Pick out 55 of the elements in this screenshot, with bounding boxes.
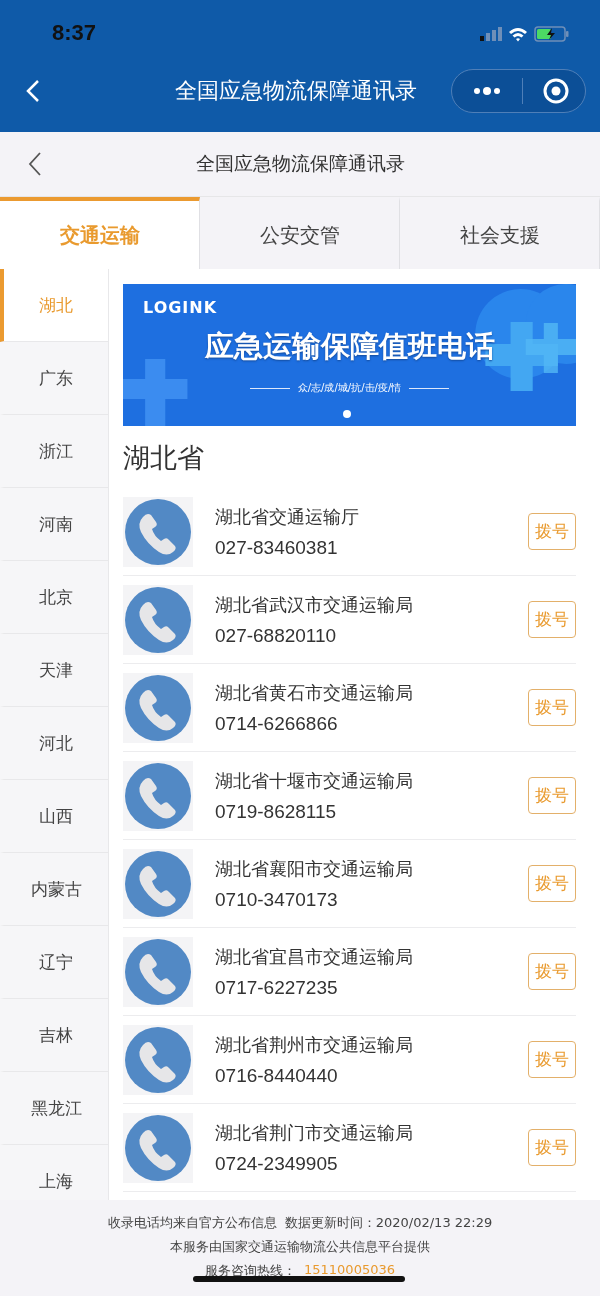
province-item[interactable]: 内蒙古: [0, 853, 108, 926]
carousel-dot: [343, 410, 351, 418]
banner-tagline: 众/志/成/城/抗/击/疫/情: [297, 381, 402, 395]
contact-name: 湖北省襄阳市交通运输局: [215, 856, 414, 881]
phone-icon: [123, 496, 193, 567]
province-item[interactable]: 辽宁: [0, 926, 108, 999]
province-item[interactable]: 河南: [0, 488, 108, 561]
provider-note: 本服务由国家交通运输物流公共信息平台提供: [170, 1238, 430, 1256]
status-time: 8:37: [52, 20, 97, 47]
contact-name: 湖北省交通运输厅: [215, 504, 360, 529]
province-item[interactable]: 吉林: [0, 999, 108, 1072]
contact-phone: 0717-6227235: [215, 976, 339, 999]
contact-name: 湖北省荆州市交通运输局: [215, 1032, 414, 1057]
contact-phone: 0716-8440440: [215, 1064, 339, 1087]
phone-icon: [123, 584, 193, 655]
phone-icon: [123, 936, 193, 1007]
province-item[interactable]: 天津: [0, 634, 108, 707]
province-item[interactable]: 上海: [0, 1145, 108, 1200]
back-icon[interactable]: [28, 151, 42, 177]
contact-phone: 0719-8628115: [215, 800, 338, 823]
battery-icon: [534, 26, 570, 42]
province-item[interactable]: 河北: [0, 707, 108, 780]
page-title: 全国应急物流保障通讯录: [173, 77, 418, 105]
header-title: 全国应急物流保障通讯录: [194, 151, 406, 176]
contact-name: 湖北省黄石市交通运输局: [215, 680, 414, 705]
province-item[interactable]: 山西: [0, 780, 108, 853]
phone-icon: [123, 1112, 193, 1183]
more-icon[interactable]: [472, 86, 502, 96]
update-time: 数据更新时间：2020/02/13 22:29: [284, 1214, 493, 1232]
section-title: 湖北省: [123, 441, 205, 475]
source-note: 收录电话均来自官方公布信息: [107, 1214, 277, 1232]
category-tab[interactable]: 社会支援: [400, 197, 600, 269]
contact-phone: 027-83460381: [215, 536, 339, 559]
phone-icon: [123, 672, 193, 743]
phone-icon: [123, 1024, 193, 1095]
signal-icon: [480, 27, 502, 41]
contact-name: 湖北省荆门市交通运输局: [215, 1120, 414, 1145]
brand-label: LOGINK: [143, 298, 218, 317]
contact-name: 湖北省武汉市交通运输局: [215, 592, 414, 617]
contact-name: 湖北省宜昌市交通运输局: [215, 944, 414, 969]
banner-title: 应急运输保障值班电话: [204, 328, 495, 365]
phone-icon: [123, 760, 193, 831]
province-item[interactable]: 广东: [0, 342, 108, 415]
province-item[interactable]: 黑龙江: [0, 1072, 108, 1145]
contact-phone: 0710-3470173: [215, 888, 339, 911]
contact-phone: 0714-6266866: [215, 712, 339, 735]
province-item[interactable]: 北京: [0, 561, 108, 634]
phone-icon: [123, 848, 193, 919]
close-icon[interactable]: [543, 78, 569, 104]
contact-name: 湖北省十堰市交通运输局: [215, 768, 414, 793]
category-tab[interactable]: 公安交管: [200, 197, 400, 269]
contact-phone: 027-68820110: [215, 624, 338, 647]
province-item[interactable]: 浙江: [0, 415, 108, 488]
wifi-icon: [508, 26, 528, 42]
contact-phone: 0724-2349905: [215, 1152, 339, 1175]
